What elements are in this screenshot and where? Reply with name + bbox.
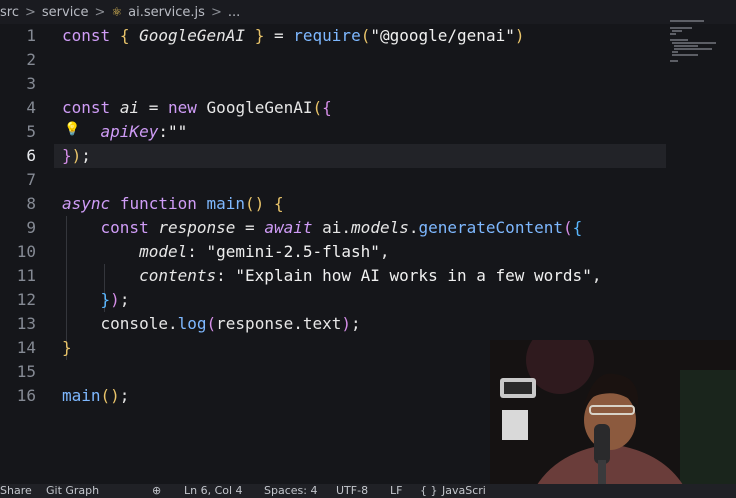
language-brackets-icon[interactable]: { }: [420, 484, 438, 498]
remote-icon[interactable]: ⊕: [152, 484, 161, 498]
status-bar: Share Git Graph ⊕ Ln 6, Col 4 Spaces: 4 …: [0, 484, 736, 498]
breadcrumb-item-file[interactable]: ai.service.js: [128, 5, 205, 20]
code-line-11: contents: "Explain how AI works in a few…: [139, 266, 602, 285]
line-number: 15: [16, 362, 36, 381]
line-number: 2: [26, 50, 36, 69]
presenter-video-icon: [490, 340, 736, 498]
code-line-12: });: [100, 290, 130, 309]
git-graph-button[interactable]: Git Graph: [46, 484, 99, 498]
breadcrumb-item-more[interactable]: ...: [228, 5, 240, 20]
encoding[interactable]: UTF-8: [336, 484, 368, 498]
code-line-5: apiKey:"": [100, 122, 188, 141]
code-line-6: });: [62, 146, 91, 165]
line-number: 7: [26, 170, 36, 189]
share-button[interactable]: Share: [0, 484, 32, 498]
breadcrumb-separator: >: [24, 4, 36, 20]
cursor-position[interactable]: Ln 6, Col 4: [184, 484, 243, 498]
minimap[interactable]: [668, 18, 730, 78]
webcam-overlay: [490, 340, 736, 498]
code-line-4: const ai = new GoogleGenAI({: [62, 98, 332, 117]
indentation[interactable]: Spaces: 4: [264, 484, 317, 498]
breadcrumb-item-service[interactable]: service: [42, 5, 89, 20]
language-mode[interactable]: JavaScri: [442, 484, 486, 498]
line-number: 3: [26, 74, 36, 93]
code-line-9: const response = await ai.models.generat…: [100, 218, 583, 237]
code-line-13: console.log(response.text);: [100, 314, 361, 333]
react-icon: ⚛: [111, 5, 123, 19]
breadcrumb: src > service > ⚛ ai.service.js > ...: [0, 0, 736, 24]
breadcrumb-separator: >: [94, 4, 106, 20]
code-line-10: model: "gemini-2.5-flash",: [139, 242, 390, 261]
line-ending[interactable]: LF: [390, 484, 402, 498]
code-line-1: const { GoogleGenAI } = require("@google…: [62, 26, 525, 45]
breadcrumb-separator: >: [210, 4, 222, 20]
breadcrumb-item-src[interactable]: src: [0, 5, 19, 20]
code-line-8: async function main() {: [62, 194, 284, 213]
